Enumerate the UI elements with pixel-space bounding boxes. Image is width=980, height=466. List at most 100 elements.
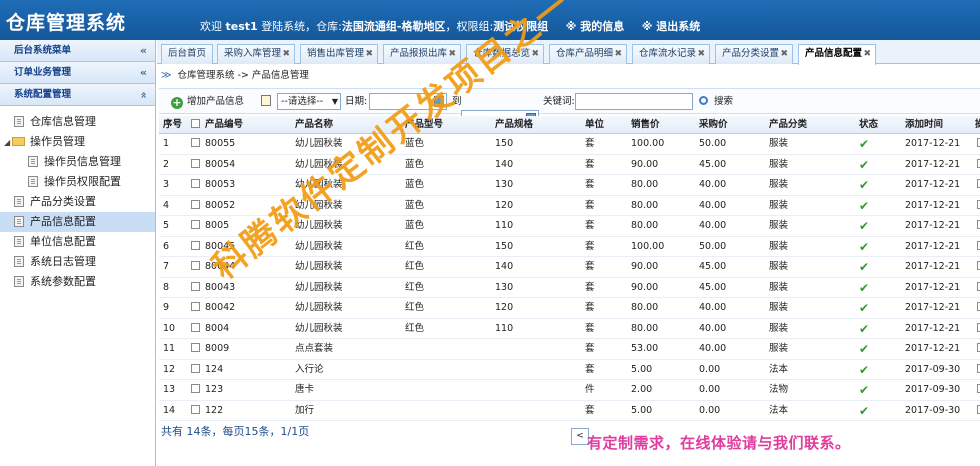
document-icon (28, 156, 38, 167)
close-icon[interactable]: ✖ (780, 45, 788, 63)
sidebar-item-system-log[interactable]: 系统日志管理 (0, 252, 155, 272)
sidebar-section-backend[interactable]: 后台系统菜单 « (0, 40, 155, 62)
start-date-input[interactable] (369, 93, 447, 110)
table-row[interactable]: 3 80053 幼儿园秋装 蓝色 130 套 80.00 40.00 服装 2017-12-21 ✔ (159, 175, 980, 196)
sidebar-section-orders[interactable]: 订单业务管理 « (0, 62, 155, 84)
sidebar-item-operator-perm[interactable]: 操作员权限配置 (0, 172, 155, 192)
sidebar-item-warehouse-info[interactable]: 仓库信息管理 (0, 112, 155, 132)
sidebar-item-product-category[interactable]: 产品分类设置 (0, 192, 155, 212)
table-row[interactable]: 1 80055 幼儿园秋装 蓝色 150 套 100.00 50.00 服装 2017-12-21… (159, 134, 980, 155)
row-checkbox[interactable] (191, 278, 200, 299)
tab-label: 产品分类设置 (722, 48, 780, 59)
tab-home[interactable]: 后台首页 (161, 44, 213, 64)
sidebar-item-system-params[interactable]: 系统参数配置 (0, 272, 155, 292)
cell-date: 2017-09-30 (905, 363, 961, 375)
keyword-input[interactable] (575, 93, 693, 110)
table-row[interactable]: 5 8005 幼儿园秋装 蓝色 110 套 80.00 40.00 服装 2017-12-21 ✔ (159, 216, 980, 237)
table-row[interactable]: 12 124 入行论 套 5.00 0.00 法本 2017-09-30 ✔ (159, 360, 980, 381)
row-checkbox[interactable] (191, 298, 200, 319)
tab-sales-out[interactable]: 销售出库管理 ✖ (300, 44, 378, 64)
keyword-label: 关键词: (543, 96, 575, 107)
row-checkbox[interactable] (191, 319, 200, 340)
cell-code: 80052 (205, 199, 236, 211)
table-row[interactable]: 6 80045 幼儿园秋装 红色 150 套 100.00 50.00 服装 2017-12-21… (159, 237, 980, 258)
cell-sale-price: 90.00 (631, 158, 659, 170)
collapse-icon[interactable]: « (140, 40, 147, 62)
row-checkbox[interactable] (191, 257, 200, 278)
row-checkbox[interactable] (191, 401, 200, 422)
table-row[interactable]: 8 80043 幼儿园秋装 红色 130 套 90.00 45.00 服装 2017-12-21 ✔ (159, 278, 980, 299)
cell-category: 法物 (769, 384, 789, 395)
tab-category-settings[interactable]: 产品分类设置 ✖ (715, 44, 793, 64)
table-row[interactable]: 9 80042 幼儿园秋装 红色 120 套 80.00 40.00 服装 2017-12-21 ✔ (159, 298, 980, 319)
cell-name: 加行 (295, 404, 315, 416)
row-checkbox[interactable] (191, 360, 200, 381)
chevron-down-icon: ▼ (331, 97, 338, 106)
row-checkbox[interactable] (191, 237, 200, 258)
cell-category: 服装 (769, 281, 789, 293)
tab-warehouse-overview[interactable]: 仓库数据总览 ✖ (466, 44, 544, 64)
logout-link[interactable]: ※ 退出系统 (642, 20, 701, 33)
close-icon[interactable]: ✖ (282, 45, 290, 63)
close-icon[interactable]: ✖ (365, 45, 373, 63)
current-user: test1 (225, 20, 258, 33)
tab-product-info[interactable]: 产品信息配置 ✖ (798, 44, 876, 65)
sidebar-item-product-info[interactable]: 产品信息配置 (0, 212, 155, 232)
tab-purchase-in[interactable]: 采购入库管理 ✖ (217, 44, 295, 64)
search-button[interactable]: 搜索 (699, 93, 733, 110)
expand-triangle-icon[interactable]: ◢ (4, 133, 12, 153)
cell-date: 2017-12-21 (905, 281, 961, 293)
sidebar-item-label: 单位信息配置 (30, 235, 96, 248)
col-name: 产品名称 (295, 119, 334, 130)
category-select[interactable]: --请选择-- ▼ (277, 93, 341, 110)
my-info-link[interactable]: ※ 我的信息 (566, 20, 625, 33)
row-checkbox[interactable] (191, 339, 200, 360)
row-checkbox[interactable] (191, 196, 200, 217)
close-icon[interactable]: ✖ (448, 45, 456, 63)
sidebar-item-operator-info[interactable]: 操作员信息管理 (0, 152, 155, 172)
row-checkbox[interactable] (191, 216, 200, 237)
table-row[interactable]: 10 8004 幼儿园秋装 红色 110 套 80.00 40.00 服装 2017-12-21 ✔ (159, 319, 980, 340)
add-product-button[interactable]: + 增加产品信息 (171, 93, 244, 110)
app-title: 仓库管理系统 (6, 12, 127, 34)
row-checkbox[interactable] (191, 155, 200, 176)
close-icon[interactable]: ✖ (863, 45, 871, 63)
table-row[interactable]: 7 80044 幼儿园秋装 红色 140 套 90.00 45.00 服装 2017-12-21 ✔ (159, 257, 980, 278)
cell-unit: 套 (585, 261, 595, 272)
close-icon[interactable]: ✖ (697, 45, 705, 63)
cell-date: 2017-09-30 (905, 384, 961, 395)
close-icon[interactable]: ✖ (531, 45, 539, 63)
tab-loss-out[interactable]: 产品报损出库 ✖ (383, 44, 461, 64)
expand-icon[interactable]: « (132, 91, 154, 98)
cell-buy-price: 50.00 (699, 240, 727, 252)
welcome-bar: 欢迎 test1 登陆系统，仓库:法国流通组-格勒地区，权限组:测试权限组 ※ … (200, 18, 700, 34)
cell-spec: 130 (495, 281, 514, 293)
current-warehouse: 法国流通组-格勒地区 (341, 20, 446, 33)
table-row[interactable]: 14 122 加行 套 5.00 0.00 法本 2017-09-30 ✔ (159, 401, 980, 422)
tab-flow-records[interactable]: 仓库流水记录 ✖ (632, 44, 710, 64)
sidebar-item-operator-mgmt[interactable]: ◢ 操作员管理 (0, 132, 155, 152)
select-all-checkbox[interactable] (191, 116, 200, 134)
collapse-icon[interactable]: « (140, 62, 147, 84)
sidebar-item-label: 仓库信息管理 (30, 115, 96, 128)
row-checkbox[interactable] (191, 380, 200, 401)
table-row[interactable]: 4 80052 幼儿园秋装 蓝色 120 套 80.00 40.00 服装 2017-12-21 ✔ (159, 196, 980, 217)
table-row[interactable]: 11 8009 点点套装 套 53.00 40.00 服装 2017-12-21 ✔ (159, 339, 980, 360)
table-row[interactable]: 2 80054 幼儿园秋装 蓝色 140 套 90.00 45.00 服装 2017-12-21 ✔ (159, 155, 980, 176)
cell-index: 8 (163, 281, 170, 293)
close-icon[interactable]: ✖ (614, 45, 622, 63)
table-row[interactable]: 13 123 唐卡 件 2.00 0.00 法物 2017-09-30 ✔ (159, 380, 980, 401)
cell-spec: 140 (495, 261, 514, 272)
row-checkbox[interactable] (191, 175, 200, 196)
breadcrumb-text: 仓库管理系统 -> 产品信息管理 (177, 70, 309, 81)
sidebar-section-config[interactable]: 系统配置管理 « (0, 84, 155, 106)
calendar-icon[interactable] (434, 96, 444, 107)
tab-product-detail[interactable]: 仓库产品明细 ✖ (549, 44, 627, 64)
row-checkbox[interactable] (191, 134, 200, 155)
cell-unit: 套 (585, 199, 595, 211)
cell-name: 幼儿园秋装 (295, 138, 343, 149)
sidebar-item-unit-info[interactable]: 单位信息配置 (0, 232, 155, 252)
plus-icon: + (171, 96, 183, 109)
status-check-icon: ✔ (859, 280, 870, 295)
cell-index: 9 (163, 302, 170, 313)
